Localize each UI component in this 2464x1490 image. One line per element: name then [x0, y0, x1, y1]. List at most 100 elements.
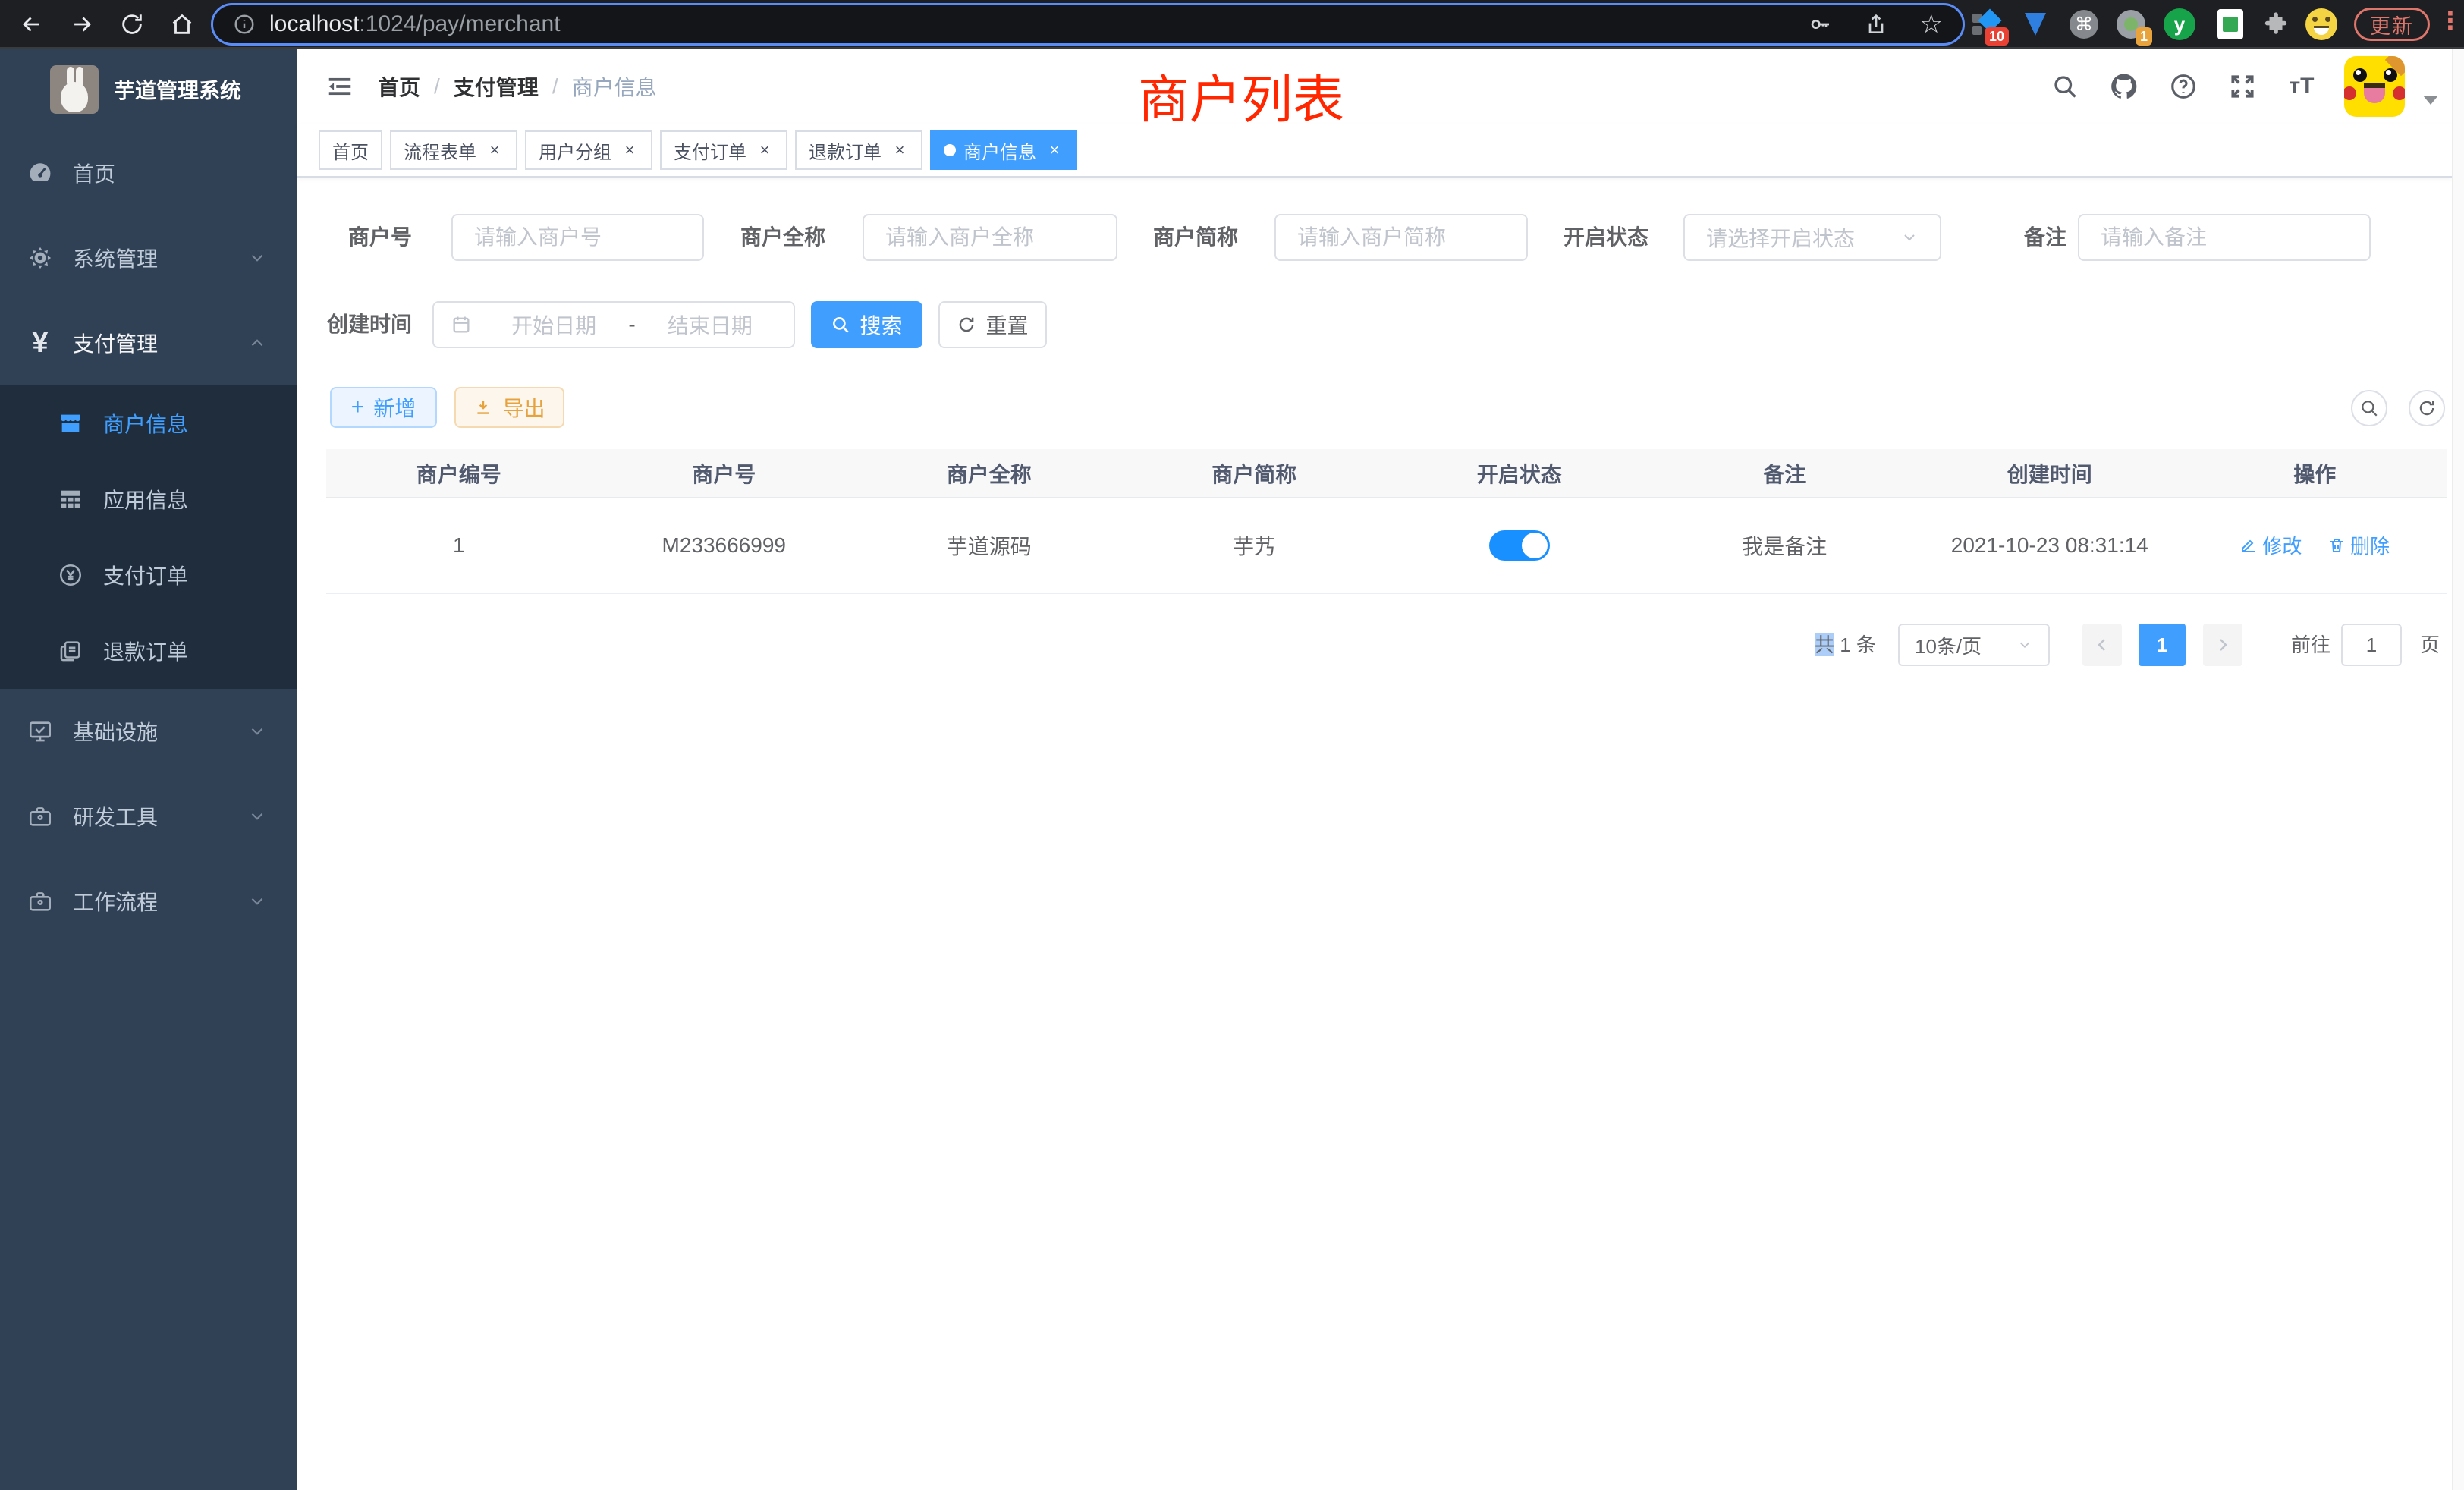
status-label: 开启状态 [1527, 214, 1648, 261]
plus-icon: + [351, 395, 365, 420]
tab-user-group[interactable]: 用户分组 × [525, 130, 652, 170]
add-button-label: 新增 [373, 392, 416, 423]
sidebar-item-app-info[interactable]: 应用信息 [0, 461, 297, 537]
sidebar-item-refund-order[interactable]: 退款订单 [0, 613, 297, 689]
status-toggle[interactable] [1489, 530, 1550, 561]
navbar: 首页 / 支付管理 / 商户信息 тT [297, 49, 2452, 124]
sidebar-item-pay-order[interactable]: 支付订单 [0, 537, 297, 613]
chevron-down-icon [247, 248, 267, 268]
url-path: :1024/pay/merchant [359, 11, 560, 36]
status-select[interactable]: 请选择开启状态 [1683, 214, 1941, 261]
share-icon[interactable] [1864, 12, 1888, 36]
goto-page-input[interactable] [2341, 624, 2402, 666]
page-size-select[interactable]: 10条/页 [1898, 624, 2050, 666]
reset-button[interactable]: 重置 [938, 301, 1047, 348]
remark-label: 备注 [1945, 214, 2066, 261]
bookmark-star-icon[interactable]: ☆ [1920, 9, 1943, 39]
extension-badge: 10 [1985, 27, 2009, 46]
col-merchant-id: 商户编号 [326, 449, 592, 498]
avatar-dropdown-caret-icon[interactable] [2423, 96, 2438, 105]
browser-menu-dots-icon[interactable]: ⋮ [2438, 6, 2462, 35]
cell-short-name: 芋艿 [1122, 498, 1388, 593]
sidebar-item-system[interactable]: 系统管理 [0, 215, 297, 300]
cell-actions: 修改 删除 [2183, 498, 2448, 593]
browser-forward-icon[interactable] [67, 9, 97, 39]
browser-refresh-icon[interactable] [117, 9, 147, 39]
extension-diamond-icon[interactable]: 10 [1969, 8, 2003, 41]
selected-text: 共 [1815, 633, 1834, 656]
extension-kite-icon[interactable] [2019, 8, 2052, 41]
browser-update-button[interactable]: 更新 [2354, 8, 2430, 41]
saved-passwords-key-icon[interactable] [1808, 12, 1832, 36]
extension-y-icon[interactable]: y [2163, 8, 2196, 41]
yen-icon: ¥ [27, 327, 53, 360]
tab-process-form[interactable]: 流程表单 × [390, 130, 517, 170]
extension-command-icon[interactable]: ⌘ [2067, 8, 2101, 41]
sidebar-item-dev-tools[interactable]: 研发工具 [0, 774, 297, 859]
extension-sheets-icon[interactable] [2214, 8, 2247, 41]
extension-recorder-icon[interactable]: 1 [2114, 8, 2148, 41]
export-button-label: 导出 [502, 392, 545, 423]
browser-back-icon[interactable] [17, 9, 47, 39]
tab-label: 商户信息 [963, 137, 1036, 164]
cell-merchant-no: M233666999 [592, 498, 857, 593]
address-bar[interactable]: localhost:1024/pay/merchant ☆ [211, 3, 1965, 46]
tab-close-icon[interactable]: × [756, 141, 774, 159]
fullscreen-icon[interactable] [2226, 70, 2259, 103]
github-icon[interactable] [2107, 70, 2141, 103]
yen-circle-icon [58, 562, 83, 588]
tab-close-icon[interactable]: × [486, 141, 504, 159]
sidebar-collapse-icon[interactable] [325, 71, 355, 102]
tab-refund-order[interactable]: 退款订单 × [795, 130, 922, 170]
sidebar-item-home[interactable]: 首页 [0, 130, 297, 215]
remark-input[interactable] [2078, 214, 2371, 261]
help-icon[interactable] [2167, 70, 2200, 103]
active-tab-dot [944, 144, 956, 156]
main-content: 首页 / 支付管理 / 商户信息 тT [297, 49, 2452, 1490]
add-button[interactable]: + 新增 [330, 387, 437, 428]
extensions-puzzle-icon[interactable] [2259, 8, 2293, 41]
scrollbar-track[interactable] [2452, 49, 2464, 1490]
sidebar-item-merchant-info[interactable]: 商户信息 [0, 385, 297, 461]
site-info-icon[interactable] [233, 13, 256, 36]
search-button[interactable]: 搜索 [811, 301, 922, 348]
tab-close-icon[interactable]: × [621, 141, 639, 159]
tab-pay-order[interactable]: 支付订单 × [660, 130, 787, 170]
breadcrumb-home[interactable]: 首页 [378, 71, 420, 102]
browser-home-icon[interactable] [167, 9, 197, 39]
edit-link[interactable]: 修改 [2239, 531, 2302, 559]
tab-merchant-info[interactable]: 商户信息 × [930, 130, 1077, 170]
font-size-icon[interactable]: тT [2285, 70, 2318, 103]
tab-label: 流程表单 [404, 137, 476, 164]
date-start-placeholder: 开始日期 [487, 310, 621, 340]
page-number-1[interactable]: 1 [2139, 624, 2186, 666]
table-header-row: 商户编号 商户号 商户全称 商户简称 开启状态 备注 创建时间 操作 [326, 449, 2447, 498]
user-avatar[interactable] [2344, 56, 2405, 117]
prev-page-button[interactable] [2082, 624, 2122, 666]
header-search-icon[interactable] [2048, 70, 2082, 103]
sidebar-item-infrastructure[interactable]: 基础设施 [0, 689, 297, 774]
sidebar-logo-row[interactable]: 芋道管理系统 [0, 49, 297, 130]
delete-link[interactable]: 删除 [2327, 531, 2390, 559]
next-page-button[interactable] [2203, 624, 2242, 666]
tab-close-icon[interactable]: × [891, 141, 909, 159]
navbar-actions: тT [2048, 49, 2438, 124]
refresh-table-button[interactable] [2409, 390, 2445, 426]
export-button[interactable]: 导出 [454, 387, 564, 428]
page-unit-label: 页 [2420, 624, 2440, 666]
merchant-no-input[interactable] [451, 214, 704, 261]
tab-close-icon[interactable]: × [1045, 141, 1064, 159]
short-name-input[interactable] [1274, 214, 1528, 261]
tab-home[interactable]: 首页 [319, 130, 382, 170]
full-name-label: 商户全称 [707, 214, 825, 261]
profile-emoji-icon[interactable] [2305, 8, 2338, 41]
hide-search-button[interactable] [2351, 390, 2387, 426]
url-host: localhost [269, 11, 359, 36]
sidebar-item-pay[interactable]: ¥ 支付管理 [0, 300, 297, 385]
chevron-down-icon [2016, 637, 2033, 653]
sidebar-item-workflow[interactable]: 工作流程 [0, 859, 297, 944]
documents-icon [58, 638, 83, 664]
full-name-input[interactable] [863, 214, 1117, 261]
merchant-no-label: 商户号 [319, 214, 412, 261]
date-range-picker[interactable]: 开始日期 - 结束日期 [432, 301, 795, 348]
